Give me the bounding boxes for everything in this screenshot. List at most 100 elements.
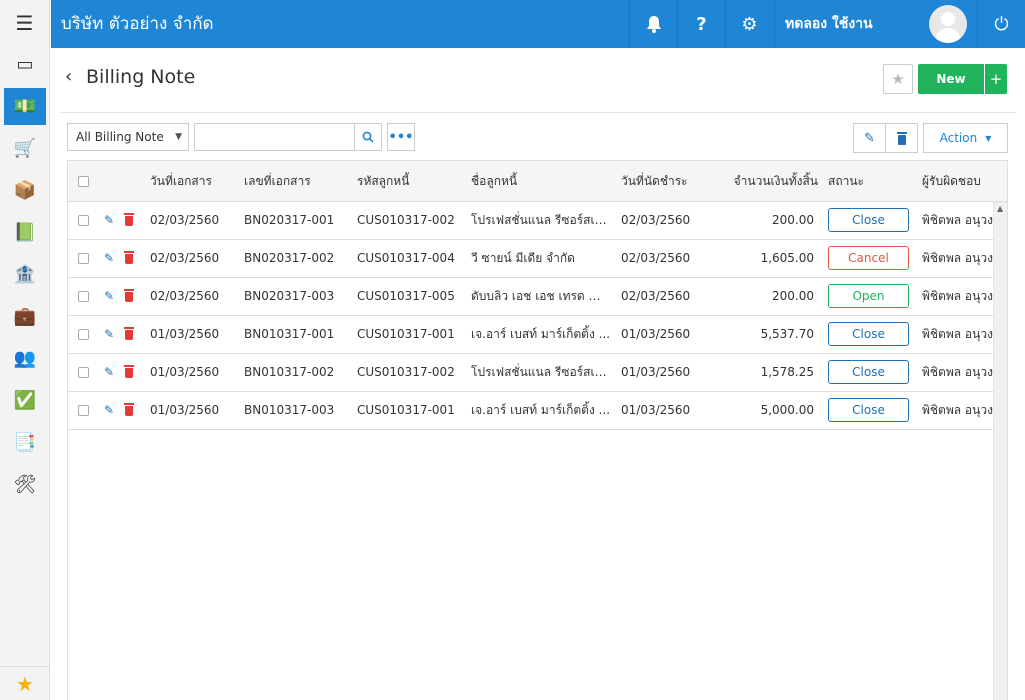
edit-pencil-icon[interactable]: ✎: [104, 365, 114, 379]
report-icon[interactable]: 📑: [4, 424, 46, 461]
column-header-due-date[interactable]: วันที่นัดชำระ: [621, 161, 688, 202]
book-icon[interactable]: 📗: [4, 214, 46, 251]
delete-trash-icon[interactable]: [124, 251, 134, 264]
cell-customer-code: CUS010317-002: [357, 213, 455, 227]
cell-doc-date: 01/03/2560: [150, 365, 220, 379]
help-icon[interactable]: ?: [677, 0, 725, 48]
edit-pencil-icon[interactable]: ✎: [104, 327, 114, 341]
check-circle-icon[interactable]: ✅: [4, 382, 46, 419]
cell-total: 1,605.00: [760, 251, 814, 265]
power-icon[interactable]: ⏻: [977, 0, 1025, 48]
column-header-doc-no[interactable]: เลขที่เอกสาร: [244, 161, 311, 202]
column-header-owner[interactable]: ผู้รับผิดชอบ: [922, 161, 981, 202]
cell-owner: พิชิตพล อนุวง: [922, 251, 993, 265]
row-checkbox[interactable]: [78, 405, 89, 416]
billing-note-table: วันที่เอกสาร เลขที่เอกสาร รหัสลูกหนี้ ชื…: [67, 160, 1008, 700]
favorite-star-button[interactable]: ★: [883, 64, 913, 94]
dashboard-icon[interactable]: ▭: [4, 46, 46, 83]
money-icon[interactable]: 💵: [4, 88, 46, 125]
column-header-customer-name[interactable]: ชื่อลูกหนี้: [471, 161, 517, 202]
bell-icon[interactable]: [629, 0, 677, 48]
cell-owner: พิชิตพล อนุวง: [922, 213, 993, 227]
filter-select[interactable]: All Billing Note ▼: [67, 123, 189, 151]
user-menu[interactable]: ทดลอง ใช้งาน: [774, 0, 974, 48]
cell-total: 200.00: [772, 213, 814, 227]
cell-customer-code: CUS010317-001: [357, 403, 455, 417]
column-header-status[interactable]: สถานะ: [828, 161, 864, 202]
action-dropdown-button[interactable]: Action ▼: [923, 123, 1008, 153]
favorites-star-icon[interactable]: ★: [0, 666, 50, 700]
cell-customer-name: เจ.อาร์ เบสท์ มาร์เก็ตติ้ง ...: [471, 327, 611, 341]
top-bar: บริษัท ตัวอย่าง จำกัด ? ⚙ ทดลอง ใช้งาน ⏻: [51, 0, 1025, 48]
new-button[interactable]: New: [918, 64, 984, 94]
settings-gear-icon[interactable]: ⚙: [725, 0, 773, 48]
table-header: วันที่เอกสาร เลขที่เอกสาร รหัสลูกหนี้ ชื…: [68, 161, 1007, 202]
row-checkbox[interactable]: [78, 291, 89, 302]
delete-trash-icon[interactable]: [124, 327, 134, 340]
cell-doc-date: 01/03/2560: [150, 327, 220, 341]
delete-trash-icon[interactable]: [124, 403, 134, 416]
caret-down-icon: ▼: [175, 132, 182, 142]
cell-owner: พิชิตพล อนุวง: [922, 403, 993, 417]
edit-pencil-icon[interactable]: ✎: [104, 403, 114, 417]
cell-customer-code: CUS010317-002: [357, 365, 455, 379]
edit-pencil-icon[interactable]: ✎: [104, 289, 114, 303]
row-checkbox[interactable]: [78, 329, 89, 340]
edit-pencil-icon[interactable]: ✎: [104, 213, 114, 227]
delete-trash-icon[interactable]: [124, 365, 134, 378]
bulk-delete-trash-icon[interactable]: [885, 123, 918, 153]
cell-doc-date: 02/03/2560: [150, 251, 220, 265]
edit-pencil-icon[interactable]: ✎: [104, 251, 114, 265]
cell-total: 5,537.70: [760, 327, 814, 341]
cell-doc-no: BN010317-003: [244, 403, 335, 417]
table-row[interactable]: ✎ 01/03/2560 BN010317-001 CUS010317-001 เจ.อ…: [68, 316, 993, 354]
table-row[interactable]: ✎ 02/03/2560 BN020317-002 CUS010317-004 วี ซ…: [68, 240, 993, 278]
status-badge[interactable]: Close: [828, 322, 909, 346]
people-icon[interactable]: 👥: [4, 340, 46, 377]
box-icon[interactable]: 📦: [4, 172, 46, 209]
cell-doc-date: 02/03/2560: [150, 213, 220, 227]
delete-trash-icon[interactable]: [124, 289, 134, 302]
status-badge[interactable]: Cancel: [828, 246, 909, 270]
scroll-up-arrow-icon[interactable]: ▲: [997, 204, 1003, 213]
table-row[interactable]: ✎ 01/03/2560 BN010317-003 CUS010317-001 เจ.อ…: [68, 392, 993, 430]
delete-trash-icon[interactable]: [124, 213, 134, 226]
new-dropdown-plus-button[interactable]: +: [985, 64, 1007, 94]
cell-due-date: 02/03/2560: [621, 213, 691, 227]
select-all-checkbox[interactable]: [78, 176, 89, 187]
column-header-customer-code[interactable]: รหัสลูกหนี้: [357, 161, 409, 202]
status-badge[interactable]: Open: [828, 284, 909, 308]
cell-doc-date: 02/03/2560: [150, 289, 220, 303]
avatar[interactable]: [929, 5, 967, 43]
cell-total: 1,578.25: [760, 365, 814, 379]
wallet-icon[interactable]: 💼: [4, 298, 46, 335]
status-badge[interactable]: Close: [828, 208, 909, 232]
bulk-edit-pencil-icon[interactable]: ✎: [853, 123, 886, 153]
menu-icon[interactable]: ☰: [0, 0, 49, 46]
column-header-doc-date[interactable]: วันที่เอกสาร: [150, 161, 212, 202]
cell-due-date: 01/03/2560: [621, 327, 691, 341]
cell-due-date: 02/03/2560: [621, 251, 691, 265]
column-header-total[interactable]: จำนวนเงินทั้งสิ้น: [714, 161, 818, 202]
status-badge[interactable]: Close: [828, 360, 909, 384]
search-icon[interactable]: [354, 123, 382, 151]
tools-icon[interactable]: 🛠: [4, 466, 46, 503]
header-divider: [60, 112, 1016, 113]
cart-icon[interactable]: 🛒: [4, 130, 46, 167]
row-checkbox[interactable]: [78, 253, 89, 264]
company-name: บริษัท ตัวอย่าง จำกัด: [61, 14, 214, 34]
row-checkbox[interactable]: [78, 215, 89, 226]
cell-customer-code: CUS010317-005: [357, 289, 455, 303]
table-row[interactable]: ✎ 02/03/2560 BN020317-001 CUS010317-002 โปรเ…: [68, 202, 993, 240]
row-checkbox[interactable]: [78, 367, 89, 378]
vertical-scrollbar[interactable]: ▲: [993, 202, 1007, 700]
more-options-button[interactable]: •••: [387, 123, 415, 151]
status-badge[interactable]: Close: [828, 398, 909, 422]
bank-icon[interactable]: 🏦: [4, 256, 46, 293]
cell-owner: พิชิตพล อนุวง: [922, 365, 993, 379]
table-row[interactable]: ✎ 02/03/2560 BN020317-003 CUS010317-005 ดับบ…: [68, 278, 993, 316]
back-chevron-icon[interactable]: ‹: [65, 66, 72, 87]
table-row[interactable]: ✎ 01/03/2560 BN010317-002 CUS010317-002 โปรเ…: [68, 354, 993, 392]
side-nav: ☰ ▭ 💵 🛒 📦 📗 🏦 💼 👥 ✅ 📑 🛠 ★: [0, 0, 50, 700]
search-input[interactable]: [194, 123, 355, 151]
